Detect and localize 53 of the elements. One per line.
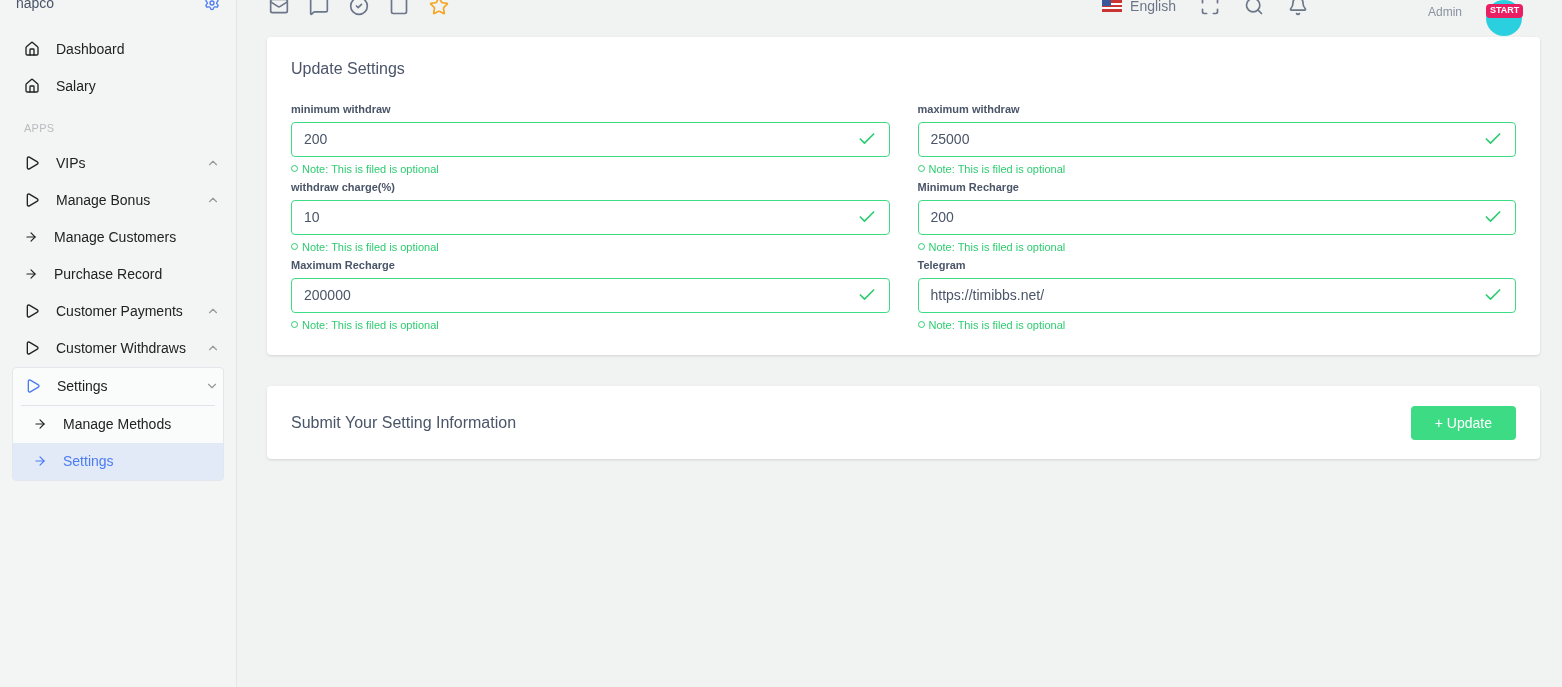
sidebar-item[interactable]: Customer Withdraws [0,329,236,367]
card-title: Submit Your Setting Information [291,412,517,433]
field-label: withdraw charge(%) [291,180,396,195]
section-label: APPS [23,121,56,136]
input-field[interactable]: 25000 [917,121,1516,157]
input-field[interactable]: 200 [291,121,890,157]
mail-icon[interactable] [269,0,289,16]
input-field[interactable]: https://timibbs.net/ [917,277,1516,313]
play-icon [24,340,40,356]
home-icon [24,77,40,94]
star-icon[interactable] [429,0,449,16]
language-label[interactable]: English [1130,0,1176,16]
field-note: Note: This is filed is optional [928,317,1066,333]
play-icon [24,303,40,319]
avatar-badge: START [1486,4,1524,18]
play-icon [24,192,40,208]
chat-icon[interactable] [309,0,329,16]
input-field[interactable]: 200 [917,199,1516,235]
field-label: maximum withdraw [917,102,1021,117]
field-label: Maximum Recharge [291,258,396,273]
home-icon [24,40,40,57]
sidebar-item[interactable]: Manage Bonus [0,181,236,219]
field-label: minimum withdraw [291,102,392,117]
clipboard-icon[interactable] [389,0,409,16]
arrow-icon [33,454,47,468]
brand-name: napco [16,0,55,13]
arrow-icon [33,417,47,431]
sidebar-item[interactable]: Manage Methods [13,405,223,443]
field-note: Note: This is filed is optional [928,161,1066,177]
input-field[interactable]: 200000 [291,277,890,313]
sidebar-item[interactable]: Manage Customers [0,218,236,256]
arrow-icon [24,267,38,281]
field-label: Telegram [917,258,967,273]
user-role: Admin [1428,4,1462,20]
sidebar-item[interactable]: Settings [1,367,235,405]
field-note: Note: This is filed is optional [928,239,1066,255]
sidebar-item[interactable]: VIPs [0,144,236,182]
field-note: Note: This is filed is optional [302,317,439,333]
play-icon [25,378,41,394]
fullscreen-icon[interactable] [1200,0,1220,16]
flag-icon [1102,0,1123,12]
card-title: Update Settings [291,59,406,79]
field-note: Note: This is filed is optional [302,239,439,255]
sidebar-item[interactable]: Dashboard [0,30,236,67]
play-icon [24,155,40,171]
sidebar-item[interactable]: Salary [0,67,236,104]
field-label: Minimum Recharge [917,180,1020,195]
sidebar-item[interactable]: Purchase Record [0,255,236,293]
input-field[interactable]: 10 [291,199,890,235]
search-icon[interactable] [1244,0,1264,16]
bell-icon[interactable] [1288,0,1308,16]
sidebar-item[interactable]: Customer Payments [0,292,236,330]
field-note: Note: This is filed is optional [302,161,439,177]
